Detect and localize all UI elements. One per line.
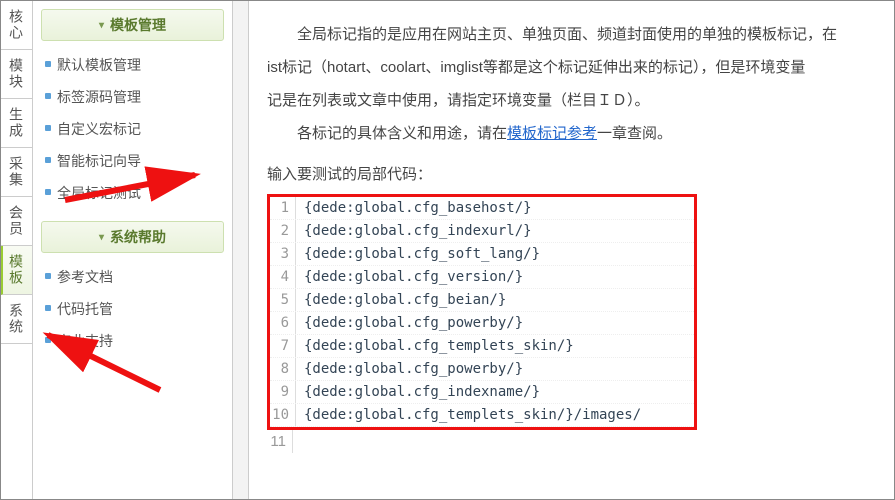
menu-item[interactable]: 参考文档 bbox=[33, 261, 232, 293]
line-content: {dede:global.cfg_powerby/} bbox=[296, 312, 531, 334]
line-content: {dede:global.cfg_soft_lang/} bbox=[296, 243, 548, 265]
menu-item[interactable]: 全局标记测试 bbox=[33, 177, 232, 209]
vtab-system[interactable]: 系统 bbox=[1, 295, 32, 344]
desc-4b: 一章查阅。 bbox=[597, 125, 672, 142]
line-number: 8 bbox=[270, 358, 296, 380]
scroll-gutter bbox=[233, 1, 249, 499]
vtab-template[interactable]: 模板 bbox=[1, 246, 32, 295]
line-number: 2 bbox=[270, 220, 296, 242]
code-line: 1{dede:global.cfg_basehost/} bbox=[270, 197, 694, 220]
vtab-generate[interactable]: 生成 bbox=[1, 99, 32, 148]
code-input-box[interactable]: 1{dede:global.cfg_basehost/}2{dede:globa… bbox=[267, 194, 697, 430]
line-number: 5 bbox=[270, 289, 296, 311]
group-title: 系统帮助 bbox=[110, 227, 166, 247]
code-line: 6{dede:global.cfg_powerby/} bbox=[270, 312, 694, 335]
desc-line-3: 记是在列表或文章中使用，请指定环境变量（栏目ＩＤ）。 bbox=[267, 87, 894, 114]
chevron-down-icon: ▾ bbox=[99, 20, 104, 31]
menu-item[interactable]: 默认模板管理 bbox=[33, 49, 232, 81]
code-line: 7{dede:global.cfg_templets_skin/} bbox=[270, 335, 694, 358]
code-line: 5{dede:global.cfg_beian/} bbox=[270, 289, 694, 312]
code-line: 10{dede:global.cfg_templets_skin/}/image… bbox=[270, 404, 694, 427]
desc-4a: 各标记的具体含义和用途，请在 bbox=[297, 125, 507, 142]
code-line: 8{dede:global.cfg_powerby/} bbox=[270, 358, 694, 381]
line-content: {dede:global.cfg_version/} bbox=[296, 266, 531, 288]
group-header[interactable]: ▾ 模板管理 bbox=[41, 9, 224, 41]
line-content: {dede:global.cfg_powerby/} bbox=[296, 358, 531, 380]
line-number: 3 bbox=[270, 243, 296, 265]
menu-item[interactable]: 商业支持 bbox=[33, 325, 232, 357]
code-line: 2{dede:global.cfg_indexurl/} bbox=[270, 220, 694, 243]
desc-line-1: 全局标记指的是应用在网站主页、单独页面、频道封面使用的单独的模板标记，在 bbox=[267, 21, 894, 48]
group-header[interactable]: ▾ 系统帮助 bbox=[41, 221, 224, 253]
vertical-tabs: 核心模块生成采集会员模板系统 bbox=[1, 1, 33, 499]
code-line: 3{dede:global.cfg_soft_lang/} bbox=[270, 243, 694, 266]
line-number: 9 bbox=[270, 381, 296, 403]
code-line: 9{dede:global.cfg_indexname/} bbox=[270, 381, 694, 404]
line-number: 6 bbox=[270, 312, 296, 334]
line-number: 4 bbox=[270, 266, 296, 288]
line-number: 1 bbox=[270, 197, 296, 219]
vtab-module[interactable]: 模块 bbox=[1, 50, 32, 99]
line-content: {dede:global.cfg_indexurl/} bbox=[296, 220, 540, 242]
sidebar: ▾ 模板管理默认模板管理标签源码管理自定义宏标记智能标记向导全局标记测试 ▾ 系统帮助… bbox=[33, 1, 233, 499]
template-ref-link[interactable]: 模板标记参考 bbox=[507, 125, 597, 142]
code-prompt: 输入要测试的局部代码： bbox=[267, 163, 894, 184]
menu-item[interactable]: 智能标记向导 bbox=[33, 145, 232, 177]
desc-line-4: 各标记的具体含义和用途，请在模板标记参考一章查阅。 bbox=[267, 120, 894, 147]
main-content: 全局标记指的是应用在网站主页、单独页面、频道封面使用的单独的模板标记，在 ist… bbox=[249, 1, 894, 499]
line-content: {dede:global.cfg_beian/} bbox=[296, 289, 514, 311]
vtab-member[interactable]: 会员 bbox=[1, 197, 32, 246]
line-number: 11 bbox=[267, 430, 293, 453]
vtab-collect[interactable]: 采集 bbox=[1, 148, 32, 197]
line-content: {dede:global.cfg_basehost/} bbox=[296, 197, 540, 219]
line-content: {dede:global.cfg_templets_skin/} bbox=[296, 335, 582, 357]
code-line: 4{dede:global.cfg_version/} bbox=[270, 266, 694, 289]
group-title: 模板管理 bbox=[110, 15, 166, 35]
menu-item[interactable]: 自定义宏标记 bbox=[33, 113, 232, 145]
menu-item[interactable]: 代码托管 bbox=[33, 293, 232, 325]
line-number: 7 bbox=[270, 335, 296, 357]
line-content-empty bbox=[293, 430, 309, 453]
line-content: {dede:global.cfg_templets_skin/}/images/ bbox=[296, 404, 649, 426]
line-content: {dede:global.cfg_indexname/} bbox=[296, 381, 548, 403]
line-number: 10 bbox=[270, 404, 296, 426]
vtab-core[interactable]: 核心 bbox=[1, 1, 32, 50]
desc-line-2: ist标记（hotart、coolart、imglist等都是这个标记延伸出来的… bbox=[267, 54, 894, 81]
menu-item[interactable]: 标签源码管理 bbox=[33, 81, 232, 113]
chevron-down-icon: ▾ bbox=[99, 232, 104, 243]
